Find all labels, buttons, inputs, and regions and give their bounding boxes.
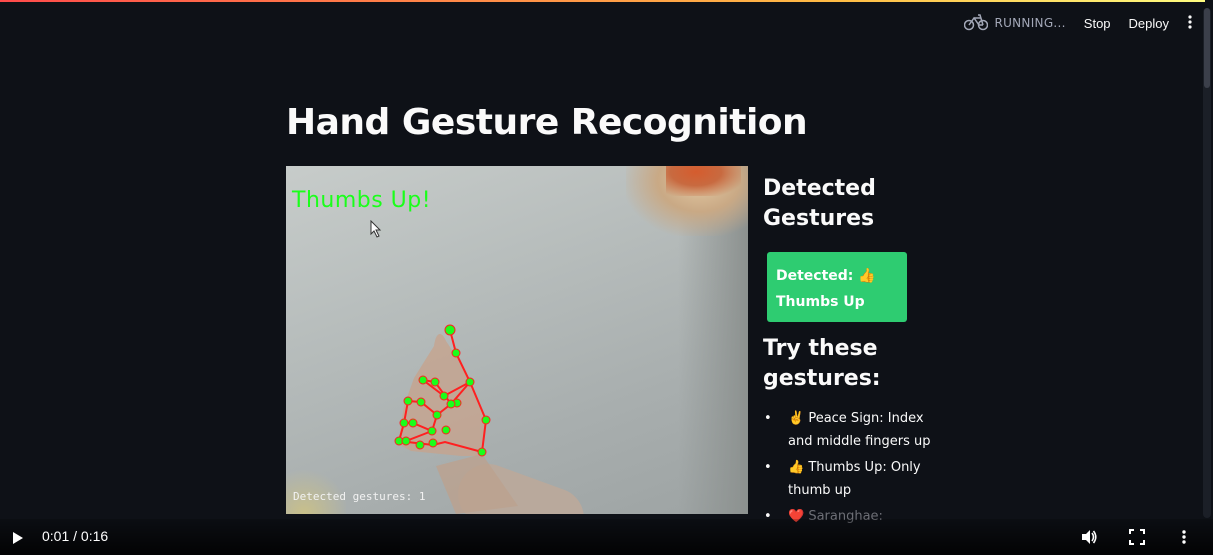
kebab-menu-icon[interactable] <box>1187 14 1193 33</box>
stop-button[interactable]: Stop <box>1084 16 1111 31</box>
gesture-count-text: Detected gestures: 1 <box>293 490 426 503</box>
video-player-controls: 0:01 / 0:16 <box>0 519 1213 555</box>
detected-line-2: Thumbs Up <box>776 294 865 310</box>
mouse-cursor-icon <box>370 220 382 238</box>
gesture-list: ✌️ Peace Sign: Index and middle fingers … <box>763 407 948 531</box>
try-gestures-heading: Try these gestures: <box>763 336 881 391</box>
page-title: Hand Gesture Recognition <box>286 102 808 143</box>
webcam-feed: Thumbs Up! Detected gestures: 1 <box>286 166 748 514</box>
app-header: RUNNING... Stop Deploy <box>964 12 1193 34</box>
running-status: RUNNING... <box>964 13 1065 34</box>
playback-time: 0:01 / 0:16 <box>42 528 109 544</box>
list-item: 👍 Thumbs Up: Only thumb up <box>764 456 948 502</box>
top-progress-line <box>0 0 1205 2</box>
page-scrollbar[interactable] <box>1203 8 1211 518</box>
bicycle-icon <box>964 13 989 34</box>
detected-gestures-heading: Detected Gestures <box>763 176 876 231</box>
running-label: RUNNING... <box>994 16 1066 30</box>
volume-icon[interactable] <box>1080 528 1098 550</box>
detected-gesture-badge: Detected: 👍 Thumbs Up <box>767 252 907 322</box>
gesture-overlay-label: Thumbs Up! <box>292 188 432 213</box>
sidebar-panel: Detected Gestures Detected: 👍 Thumbs Up … <box>763 174 933 528</box>
list-item: ✌️ Peace Sign: Index and middle fingers … <box>764 407 948 453</box>
fullscreen-icon[interactable] <box>1129 529 1145 549</box>
scrollbar-thumb[interactable] <box>1204 8 1210 88</box>
more-options-icon[interactable] <box>1181 529 1187 549</box>
play-icon[interactable] <box>11 530 25 549</box>
detected-line-1: Detected: 👍 <box>776 268 876 284</box>
deploy-button[interactable]: Deploy <box>1129 16 1169 31</box>
hand-landmarks <box>394 324 518 514</box>
